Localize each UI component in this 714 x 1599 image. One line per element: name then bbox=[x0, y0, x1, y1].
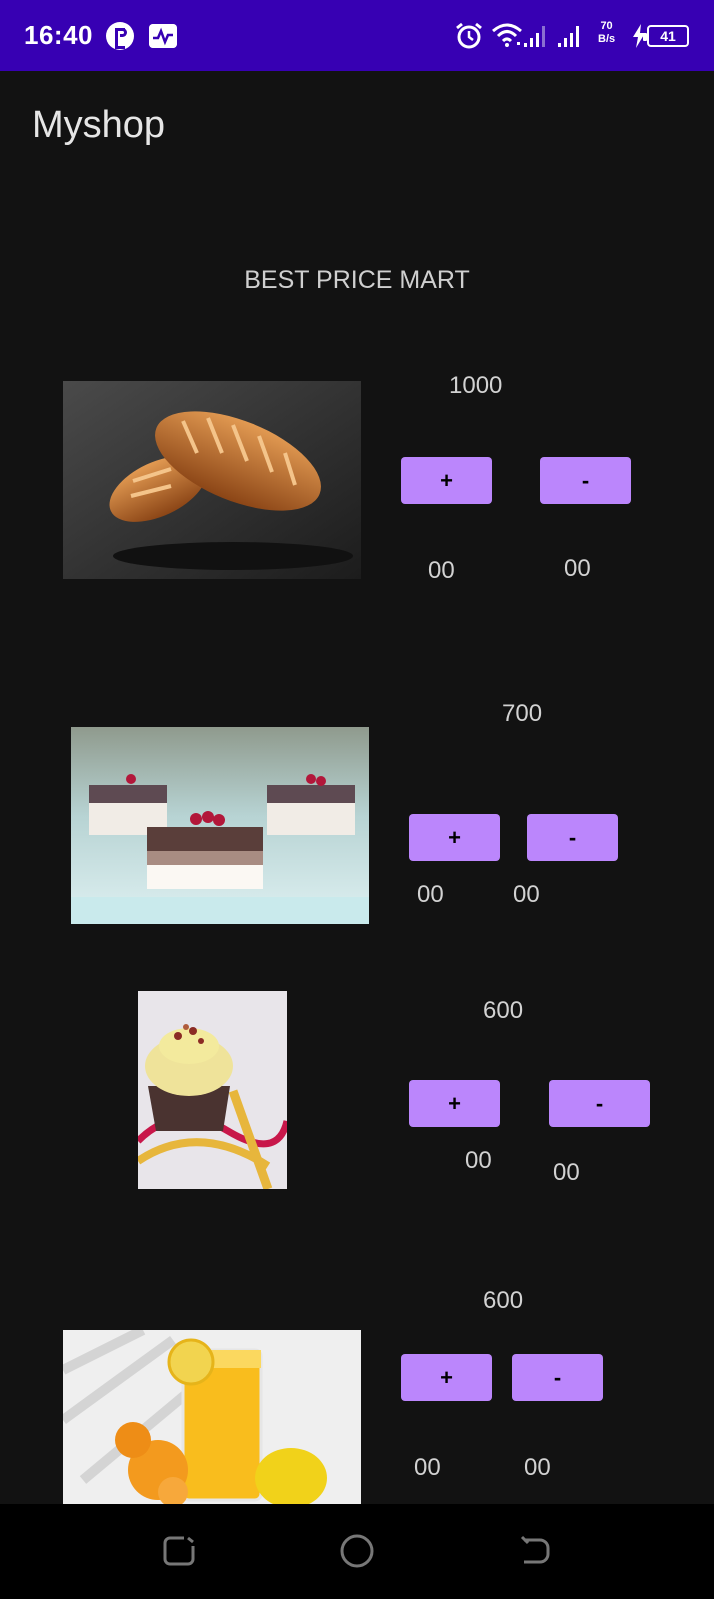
cupcake-image bbox=[138, 991, 287, 1189]
price-cake: 700 bbox=[502, 700, 543, 727]
cake-image bbox=[71, 727, 369, 924]
recents-icon[interactable] bbox=[160, 1532, 198, 1570]
network-speed: 70 B/s bbox=[598, 20, 615, 46]
notification-app-icon bbox=[106, 22, 134, 50]
cake-qty-right: 00 bbox=[513, 881, 540, 908]
app-title: Myshop bbox=[32, 104, 166, 146]
cupcake-qty-left: 00 bbox=[465, 1147, 492, 1174]
price-cupcake: 600 bbox=[483, 997, 524, 1024]
bread-qty-left: 00 bbox=[428, 557, 455, 584]
juice-image bbox=[63, 1330, 361, 1504]
speed-unit: B/s bbox=[598, 33, 616, 45]
cake-qty-left: 00 bbox=[417, 881, 444, 908]
status-time: 16:40 bbox=[24, 20, 93, 50]
navigation-bar bbox=[0, 1504, 714, 1599]
juice-plus-button[interactable]: + bbox=[401, 1354, 492, 1401]
home-icon[interactable] bbox=[338, 1532, 376, 1570]
battery-icon: 41 bbox=[643, 25, 689, 47]
juice-qty-left: 00 bbox=[414, 1454, 441, 1481]
juice-qty-right: 00 bbox=[524, 1454, 551, 1481]
signal-icon bbox=[524, 26, 545, 47]
alarm-icon bbox=[456, 22, 482, 49]
juice-minus-button[interactable]: - bbox=[512, 1354, 603, 1401]
cake-plus-button[interactable]: + bbox=[409, 814, 500, 861]
bread-minus-button[interactable]: - bbox=[540, 457, 631, 504]
cupcake-plus-button[interactable]: + bbox=[409, 1080, 500, 1127]
bread-image bbox=[63, 381, 361, 579]
bread-plus-button[interactable]: + bbox=[401, 457, 492, 504]
wifi-icon bbox=[492, 23, 522, 47]
back-icon[interactable] bbox=[516, 1532, 554, 1570]
price-bread: 1000 bbox=[449, 372, 503, 399]
status-bar: 16:40 70 B/s 41 bbox=[0, 0, 714, 71]
cupcake-qty-right: 00 bbox=[553, 1159, 580, 1186]
cupcake-minus-button[interactable]: - bbox=[549, 1080, 650, 1127]
signal-icon bbox=[558, 26, 579, 47]
cake-minus-button[interactable]: - bbox=[527, 814, 618, 861]
activity-icon bbox=[149, 24, 177, 48]
speed-value: 70 bbox=[600, 20, 613, 32]
price-juice: 600 bbox=[483, 1287, 524, 1314]
store-title: BEST PRICE MART bbox=[244, 266, 470, 294]
bread-qty-right: 00 bbox=[564, 555, 591, 582]
